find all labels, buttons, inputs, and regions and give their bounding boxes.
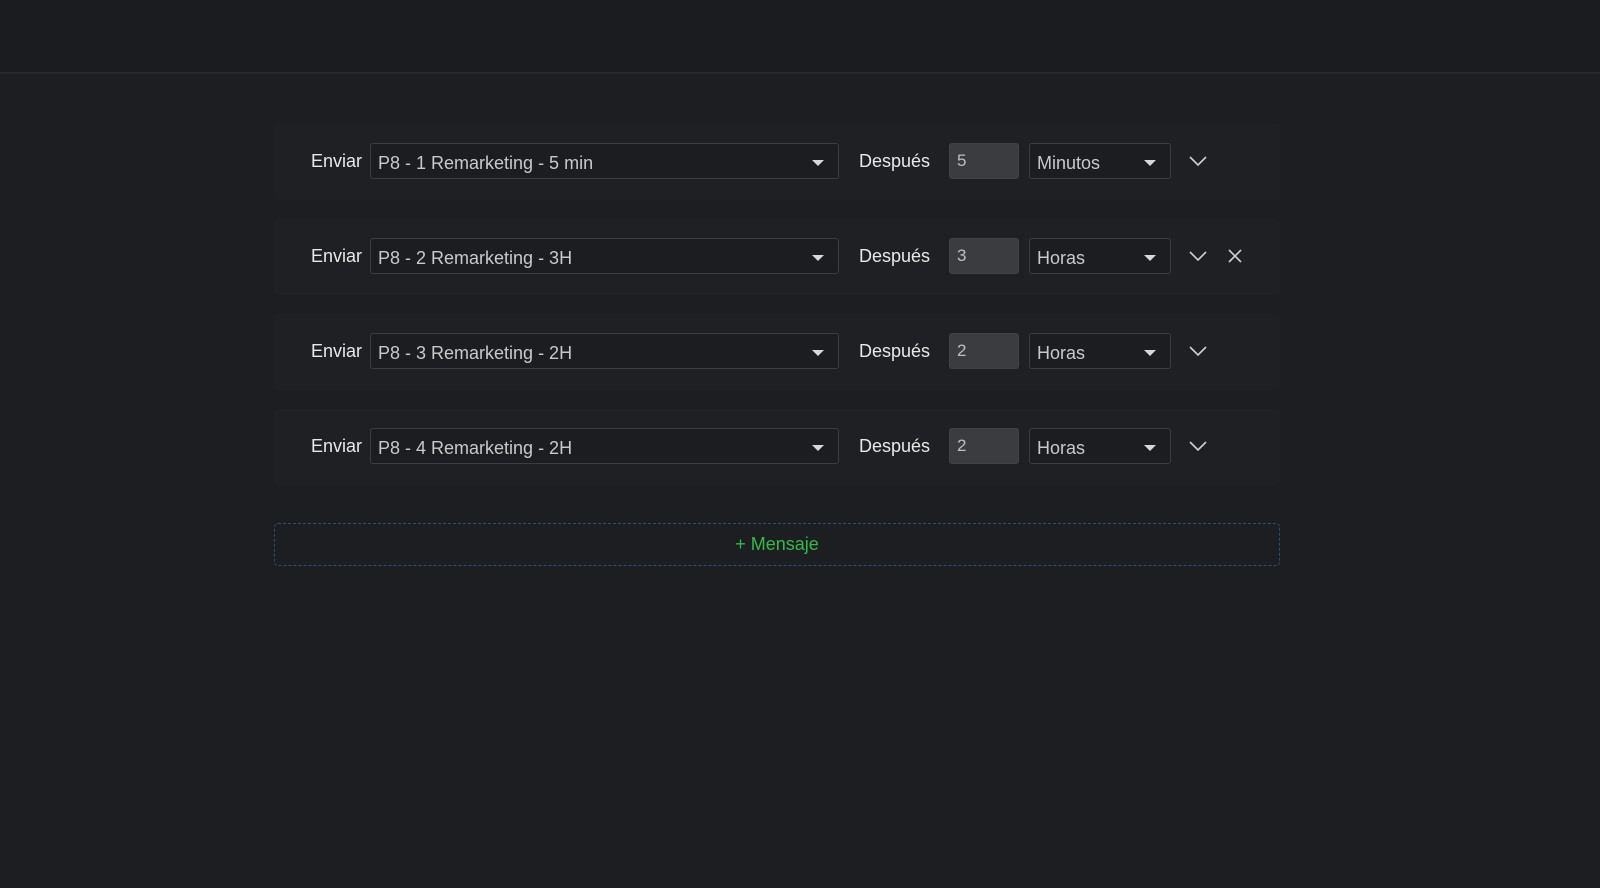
expand-row-button[interactable] (1185, 243, 1211, 269)
caret-down-icon (1144, 255, 1156, 261)
caret-down-icon (1144, 160, 1156, 166)
template-select-value: P8 - 2 Remarketing - 3H (378, 248, 573, 268)
expand-row-button[interactable] (1185, 338, 1211, 364)
template-select-value: P8 - 1 Remarketing - 5 min (378, 153, 594, 173)
remove-row-button[interactable] (1222, 243, 1248, 269)
template-select-value: P8 - 4 Remarketing - 2H (378, 438, 573, 458)
template-select[interactable]: P8 - 4 Remarketing - 2H (370, 428, 839, 464)
time-unit-value: Minutos (1037, 153, 1101, 173)
template-select-value: P8 - 3 Remarketing - 2H (378, 343, 573, 363)
time-unit-value: Horas (1037, 343, 1086, 363)
after-label: Después (859, 341, 931, 361)
caret-down-icon (812, 350, 824, 356)
time-unit-select[interactable]: Horas (1029, 428, 1171, 464)
template-select[interactable]: P8 - 2 Remarketing - 3H (370, 238, 839, 274)
top-bar (0, 0, 1600, 74)
after-label: Después (859, 436, 931, 456)
message-row: Enviar P8 - 3 Remarketing - 2H Después H… (274, 314, 1280, 390)
time-unit-select[interactable]: Horas (1029, 238, 1171, 274)
expand-row-button[interactable] (1185, 433, 1211, 459)
template-select[interactable]: P8 - 3 Remarketing - 2H (370, 333, 839, 369)
caret-down-icon (812, 445, 824, 451)
caret-down-icon (812, 255, 824, 261)
chevron-down-icon (1189, 441, 1207, 451)
add-message-button[interactable]: + Mensaje (274, 523, 1280, 566)
caret-down-icon (1144, 445, 1156, 451)
close-icon (1228, 249, 1242, 263)
delay-amount-input[interactable] (949, 333, 1019, 369)
time-unit-value: Horas (1037, 438, 1086, 458)
template-select[interactable]: P8 - 1 Remarketing - 5 min (370, 143, 839, 179)
chevron-down-icon (1189, 346, 1207, 356)
send-label: Enviar (311, 246, 363, 266)
after-label: Después (859, 151, 931, 171)
chevron-down-icon (1189, 251, 1207, 261)
send-label: Enviar (311, 341, 363, 361)
message-sequence-list: Enviar P8 - 1 Remarketing - 5 min Despué… (274, 124, 1280, 504)
delay-amount-input[interactable] (949, 428, 1019, 464)
send-label: Enviar (311, 151, 363, 171)
time-unit-value: Horas (1037, 248, 1086, 268)
delay-amount-input[interactable] (949, 238, 1019, 274)
message-row: Enviar P8 - 2 Remarketing - 3H Después H… (274, 219, 1280, 295)
caret-down-icon (812, 160, 824, 166)
chevron-down-icon (1189, 156, 1207, 166)
expand-row-button[interactable] (1185, 148, 1211, 174)
delay-amount-input[interactable] (949, 143, 1019, 179)
caret-down-icon (1144, 350, 1156, 356)
after-label: Después (859, 246, 931, 266)
message-row: Enviar P8 - 1 Remarketing - 5 min Despué… (274, 124, 1280, 200)
message-row: Enviar P8 - 4 Remarketing - 2H Después H… (274, 409, 1280, 485)
send-label: Enviar (311, 436, 363, 456)
time-unit-select[interactable]: Horas (1029, 333, 1171, 369)
time-unit-select[interactable]: Minutos (1029, 143, 1171, 179)
